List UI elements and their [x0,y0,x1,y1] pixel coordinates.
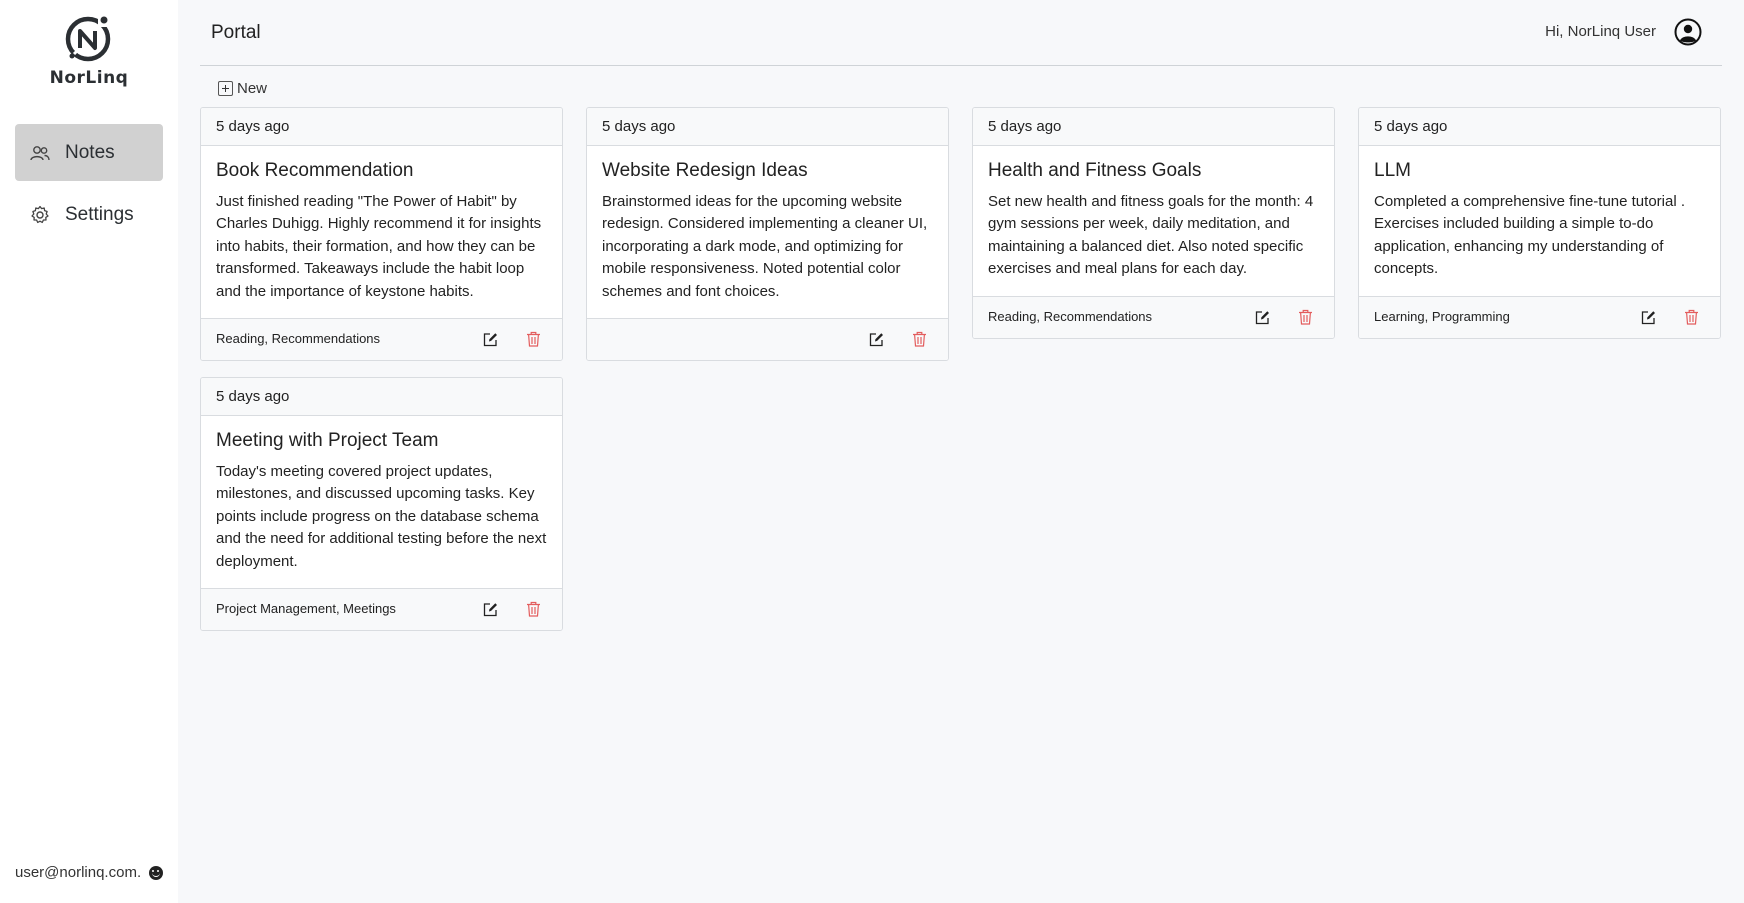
note-footer: Reading, Recommendations [973,295,1334,338]
edit-icon[interactable] [1255,310,1270,325]
logo: NorLinq [0,14,178,88]
top-header: Portal Hi, NorLinq User [200,0,1722,66]
note-tags: Reading, Recommendations [988,308,1153,324]
edit-icon[interactable] [483,332,498,347]
note-timestamp: 5 days ago [201,378,562,416]
note-title: Book Recommendation [216,160,414,181]
note-body: Brainstormed ideas for the upcoming webs… [602,193,928,300]
note-tags: Reading, Recommendations [216,331,381,347]
smiley-icon[interactable] [149,865,164,880]
note-card[interactable]: 5 days ago Meeting with Project Team Tod… [200,377,563,632]
note-body: Completed a comprehensive fine-tune tuto… [1374,193,1686,278]
sidebar-item-label: Settings [65,203,134,225]
people-icon [29,142,51,164]
sidebar-item-label: Notes [65,141,115,163]
new-note-label: New [237,80,268,97]
note-footer: Learning, Programming [1359,295,1720,338]
note-title: Meeting with Project Team [216,430,439,451]
note-title: LLM [1374,160,1411,181]
note-body: Just finished reading "The Power of Habi… [216,193,542,300]
sidebar-item-settings[interactable]: Settings [15,186,163,243]
trash-icon[interactable] [1298,309,1313,325]
note-title: Health and Fitness Goals [988,160,1202,181]
user-greeting: Hi, NorLinq User [1545,23,1656,40]
trash-icon[interactable] [526,601,541,617]
plus-icon [218,81,233,96]
note-body: Set new health and fitness goals for the… [988,193,1314,278]
edit-icon[interactable] [869,332,884,347]
note-card[interactable]: 5 days ago Health and Fitness Goals Set … [972,107,1335,339]
note-timestamp: 5 days ago [587,108,948,146]
note-timestamp: 5 days ago [973,108,1334,146]
note-timestamp: 5 days ago [1359,108,1720,146]
note-card[interactable]: 5 days ago LLM Completed a comprehensive… [1358,107,1721,339]
note-footer: Reading, Recommendations [201,318,562,361]
note-tags: Learning, Programming [1374,308,1510,324]
trash-icon[interactable] [526,331,541,347]
gear-icon [29,204,51,226]
logo-text: NorLinq [49,68,129,88]
note-title: Website Redesign Ideas [602,160,808,181]
note-card[interactable]: 5 days ago Book Recommendation Just fini… [200,107,563,362]
new-note-button[interactable]: New [218,80,267,97]
norlinq-logo-icon [65,15,112,62]
note-card[interactable]: 5 days ago Website Redesign Ideas Brains… [586,107,949,362]
user-circle-icon[interactable] [1674,18,1702,46]
edit-icon[interactable] [483,602,498,617]
note-footer: Project Management, Meetings [201,588,562,631]
note-footer [587,318,948,361]
sidebar: NorLinq Notes Settings user@norlinq.com. [0,0,178,903]
sidebar-item-notes[interactable]: Notes [15,124,163,181]
note-body: Today's meeting covered project updates,… [216,463,547,570]
trash-icon[interactable] [912,331,927,347]
note-tags: Project Management, Meetings [216,601,396,617]
account-footer: user@norlinq.com. [15,864,164,881]
note-timestamp: 5 days ago [201,108,562,146]
user-email: user@norlinq.com. [15,864,142,881]
page-title: Portal [211,22,261,43]
trash-icon[interactable] [1684,309,1699,325]
edit-icon[interactable] [1641,310,1656,325]
